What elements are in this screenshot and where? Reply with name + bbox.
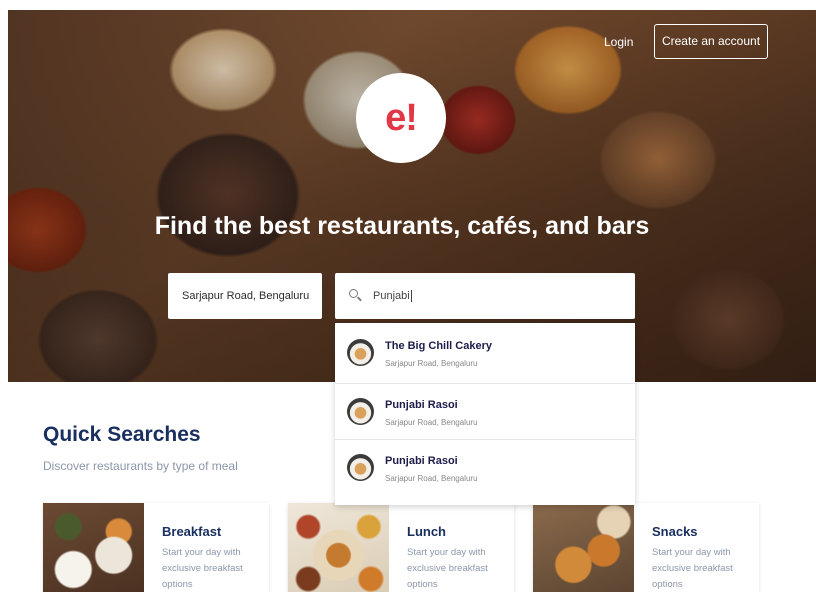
location-select[interactable]: Sarjapur Road, Bengaluru bbox=[168, 273, 322, 319]
restaurant-search-input[interactable]: Punjabi bbox=[335, 273, 635, 319]
suggestion-item[interactable]: Punjabi Rasoi Sarjapur Road, Bengaluru bbox=[335, 439, 635, 495]
meal-card-breakfast[interactable]: Breakfast Start your day with exclusive … bbox=[43, 503, 269, 592]
hero-headline: Find the best restaurants, cafés, and ba… bbox=[154, 212, 650, 240]
meal-card-lunch[interactable]: Lunch Start your day with exclusive brea… bbox=[288, 503, 514, 592]
lunch-image bbox=[288, 503, 389, 592]
login-link[interactable]: Login bbox=[604, 32, 646, 52]
suggestion-address: Sarjapur Road, Bengaluru bbox=[385, 359, 478, 368]
suggestion-name: The Big Chill Cakery bbox=[385, 340, 492, 352]
card-description: Start your day with exclusive breakfast … bbox=[407, 547, 488, 590]
restaurant-thumbnail bbox=[347, 339, 374, 366]
card-title: Breakfast bbox=[162, 524, 222, 539]
search-icon bbox=[349, 289, 363, 303]
snacks-image bbox=[533, 503, 634, 592]
page: Login Create an account e! Find the best… bbox=[0, 0, 816, 592]
restaurant-thumbnail bbox=[347, 454, 374, 481]
search-suggestions-dropdown: The Big Chill Cakery Sarjapur Road, Beng… bbox=[335, 323, 635, 505]
search-query-text: Punjabi bbox=[373, 290, 410, 302]
brand-logo[interactable]: e! bbox=[356, 73, 446, 163]
suggestion-item[interactable]: Punjabi Rasoi Sarjapur Road, Bengaluru bbox=[335, 383, 635, 439]
card-description: Start your day with exclusive breakfast … bbox=[652, 547, 733, 590]
restaurant-thumbnail bbox=[347, 398, 374, 425]
card-description: Start your day with exclusive breakfast … bbox=[162, 547, 243, 590]
card-title: Lunch bbox=[407, 524, 446, 539]
suggestion-name: Punjabi Rasoi bbox=[385, 455, 458, 467]
text-caret bbox=[410, 290, 412, 302]
breakfast-image bbox=[43, 503, 144, 592]
meal-card-snacks[interactable]: Snacks Start your day with exclusive bre… bbox=[533, 503, 759, 592]
quick-searches-title: Quick Searches bbox=[43, 423, 201, 446]
card-title: Snacks bbox=[652, 524, 698, 539]
suggestion-address: Sarjapur Road, Bengaluru bbox=[385, 474, 478, 483]
quick-searches-subtitle: Discover restaurants by type of meal bbox=[43, 459, 238, 473]
create-account-button[interactable]: Create an account bbox=[654, 24, 768, 59]
suggestion-name: Punjabi Rasoi bbox=[385, 399, 458, 411]
suggestion-address: Sarjapur Road, Bengaluru bbox=[385, 418, 478, 427]
suggestion-item[interactable]: The Big Chill Cakery Sarjapur Road, Beng… bbox=[335, 325, 635, 381]
